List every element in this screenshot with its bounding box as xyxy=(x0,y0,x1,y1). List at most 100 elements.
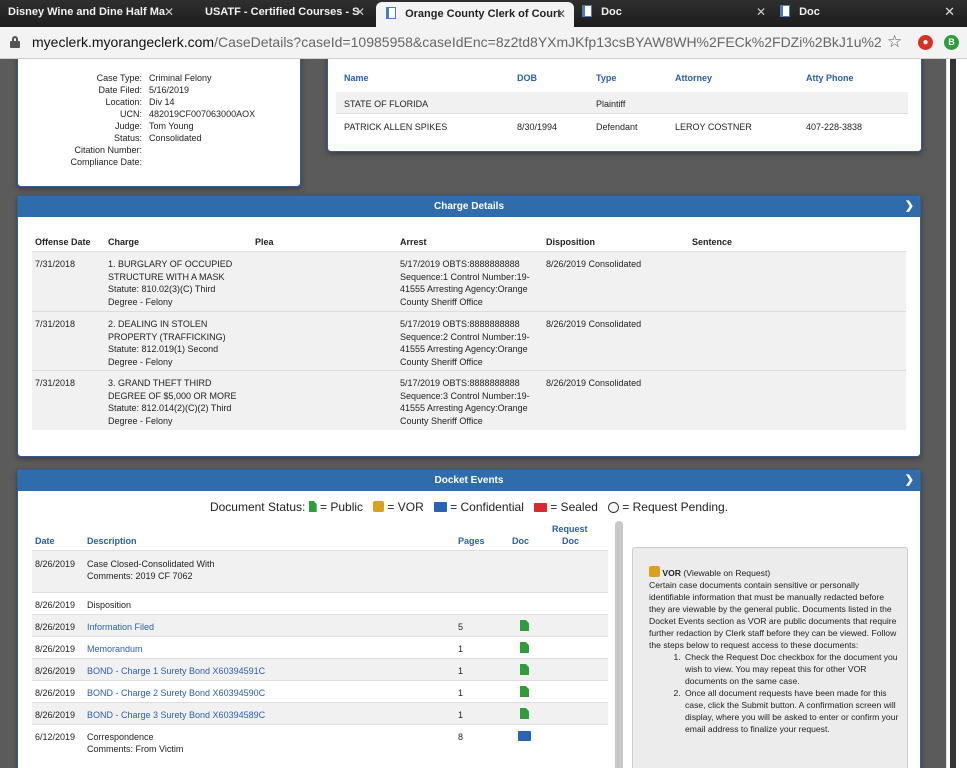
arrest-line: 41555 Arresting Agency:Orange xyxy=(400,344,528,354)
docket-events-header[interactable]: Docket Events ❯ xyxy=(18,470,920,491)
tab-title: Orange County Clerk of Court xyxy=(405,8,561,20)
sentence-header: Sentence xyxy=(692,237,733,247)
case-info-panel: Case Type: Criminal Felony Date Filed: 5… xyxy=(17,59,301,187)
docket-row: 6/12/2019 Correspondence Comments: From … xyxy=(32,724,608,768)
attorney-header: Attorney xyxy=(675,73,713,83)
vor-info-text: VOR (Viewable on Request) Certain case d… xyxy=(649,566,899,735)
address-bar: myeclerk.myorangeclerk.com/CaseDetails?c… xyxy=(0,27,967,59)
close-icon[interactable]: ✕ xyxy=(164,0,174,25)
charge-description: 2. DEALING IN STOLEN PROPERTY (TRAFFICKI… xyxy=(108,318,226,368)
case-type-label: Case Type: xyxy=(96,73,142,83)
docket-date: 8/26/2019 xyxy=(35,688,76,698)
vor-body: Certain case documents contain sensitive… xyxy=(649,580,897,650)
docket-description-link[interactable]: Information Filed xyxy=(87,622,154,632)
arrest-line: County Sheriff Office xyxy=(400,296,483,307)
public-document-icon xyxy=(308,501,317,512)
browser-tab[interactable]: USATF - Certified Courses - S ✕ xyxy=(197,0,373,27)
arrest-line: Sequence:1 Control Number:19- xyxy=(400,271,530,282)
charge-line: DEGREE OF $5,000 OR MORE xyxy=(108,390,237,401)
party-row: STATE OF FLORIDA Plaintiff xyxy=(336,92,908,114)
vor-step: Once all document requests have been mad… xyxy=(683,687,899,735)
charge-details-header[interactable]: Charge Details ❯ xyxy=(18,196,920,217)
url-field[interactable]: myeclerk.myorangeclerk.com/CaseDetails?c… xyxy=(32,34,882,50)
docket-description-link[interactable]: Memorandum xyxy=(87,644,143,654)
document-icon xyxy=(386,7,396,19)
charge-details-panel: Charge Details ❯ Offense Date Charge Ple… xyxy=(17,195,921,457)
disposition: 8/26/2019 Consolidated xyxy=(546,319,642,329)
docket-description-link[interactable]: BOND - Charge 1 Surety Bond X60394591C xyxy=(87,666,265,676)
compliance-date-label: Compliance Date: xyxy=(70,157,142,167)
pages-header: Pages xyxy=(458,536,485,546)
public-document-icon[interactable] xyxy=(520,642,529,653)
browser-tab[interactable]: Doc ✕ xyxy=(578,0,774,27)
date-filed-value: 5/16/2019 xyxy=(149,85,190,95)
arrest-header: Arrest xyxy=(400,237,427,247)
docket-description-link[interactable]: BOND - Charge 2 Surety Bond X60394590C xyxy=(87,688,265,698)
page-scrollbar[interactable] xyxy=(950,59,956,768)
docket-pages: 1 xyxy=(458,688,464,698)
browser-tab[interactable]: Disney Wine and Dine Half Ma ✕ xyxy=(0,0,182,27)
party-name: PATRICK ALLEN SPIKES xyxy=(344,122,448,132)
charge-row: 7/31/2018 3. GRAND THEFT THIRD DEGREE OF… xyxy=(32,370,906,430)
request-header: Request xyxy=(552,524,588,534)
offense-date-header: Offense Date xyxy=(35,237,91,247)
docket-pages: 1 xyxy=(458,666,464,676)
browser-tab[interactable]: Doc xyxy=(778,0,928,27)
charge-description: 1. BURGLARY OF OCCUPIED STRUCTURE WITH A… xyxy=(108,258,232,308)
public-document-icon[interactable] xyxy=(520,664,529,675)
arrest-line: County Sheriff Office xyxy=(400,415,483,426)
judge-label: Judge: xyxy=(114,121,142,131)
party-attorney: LEROY COSTNER xyxy=(675,122,752,132)
date-filed-label: Date Filed: xyxy=(98,85,142,95)
page-content: Case Type: Criminal Felony Date Filed: 5… xyxy=(0,59,967,768)
charge-line: Degree - Felony xyxy=(108,296,173,307)
docket-date: 8/26/2019 xyxy=(35,710,76,720)
docket-scrollbar[interactable] xyxy=(615,521,623,768)
docket-row: 8/26/2019 Memorandum 1 xyxy=(32,636,608,658)
vor-step: Check the Request Doc checkbox for the d… xyxy=(683,651,899,687)
charge-line: STRUCTURE WITH A MASK xyxy=(108,271,225,282)
request-doc-header: Doc xyxy=(562,536,580,546)
judge-value: Tom Young xyxy=(149,121,194,131)
dob-header: DOB xyxy=(517,73,537,83)
close-icon[interactable]: ✕ xyxy=(944,4,955,20)
browser-tab-active[interactable]: Orange County Clerk of Court ✕ xyxy=(376,2,574,27)
name-header: Name xyxy=(344,73,369,83)
charge-line: 3. GRAND THEFT THIRD xyxy=(108,378,212,388)
ucn-label: UCN: xyxy=(120,109,142,119)
charge-line: Statute: 812.014(2)(C)(2) Third xyxy=(108,403,232,413)
bookmark-star-icon[interactable]: ☆ xyxy=(887,32,902,52)
extension-icon[interactable]: B xyxy=(944,35,959,50)
tab-title: USATF - Certified Courses - S xyxy=(205,6,360,18)
docket-row: 8/26/2019 Information Filed 5 xyxy=(32,614,608,636)
close-icon[interactable]: ✕ xyxy=(756,0,766,25)
extension-icon[interactable]: ● xyxy=(918,35,933,50)
close-icon[interactable]: ✕ xyxy=(355,0,365,25)
lock-icon[interactable] xyxy=(10,36,20,48)
close-icon[interactable]: ✕ xyxy=(556,2,566,26)
docket-description-link[interactable]: BOND - Charge 3 Surety Bond X60394589C xyxy=(87,710,265,720)
url-path: /CaseDetails?caseId=10985958&caseIdEnc=8… xyxy=(214,34,882,50)
chevron-down-icon[interactable]: ❯ xyxy=(905,470,914,491)
legend-public: = Public xyxy=(320,500,364,514)
chevron-down-icon[interactable]: ❯ xyxy=(905,196,914,217)
atty-phone-header: Atty Phone xyxy=(806,73,854,83)
sealed-envelope-icon xyxy=(533,503,547,512)
public-document-icon[interactable] xyxy=(520,686,529,697)
arrest-line: 41555 Arresting Agency:Orange xyxy=(400,284,528,294)
charge-header: Charge xyxy=(108,237,140,247)
charge-line: PROPERTY (TRAFFICKING) xyxy=(108,331,226,342)
docket-description: Disposition xyxy=(87,600,132,610)
docket-row: 8/26/2019 Disposition xyxy=(32,592,608,614)
confidential-folder-icon[interactable] xyxy=(518,731,531,741)
vor-title: VOR xyxy=(662,568,682,578)
public-document-icon[interactable] xyxy=(520,708,529,719)
party-type: Plaintiff xyxy=(596,99,626,109)
public-document-icon[interactable] xyxy=(520,620,529,631)
docket-row: 8/26/2019 BOND - Charge 3 Surety Bond X6… xyxy=(32,702,608,724)
tab-title: Doc xyxy=(799,6,820,18)
legend-confidential: = Confidential xyxy=(450,500,524,514)
url-host: myeclerk.myorangeclerk.com xyxy=(32,34,215,50)
docket-events-panel: Docket Events ❯ Document Status: = Publi… xyxy=(17,469,921,768)
vor-title-suffix: (Viewable on Request) xyxy=(683,568,771,578)
